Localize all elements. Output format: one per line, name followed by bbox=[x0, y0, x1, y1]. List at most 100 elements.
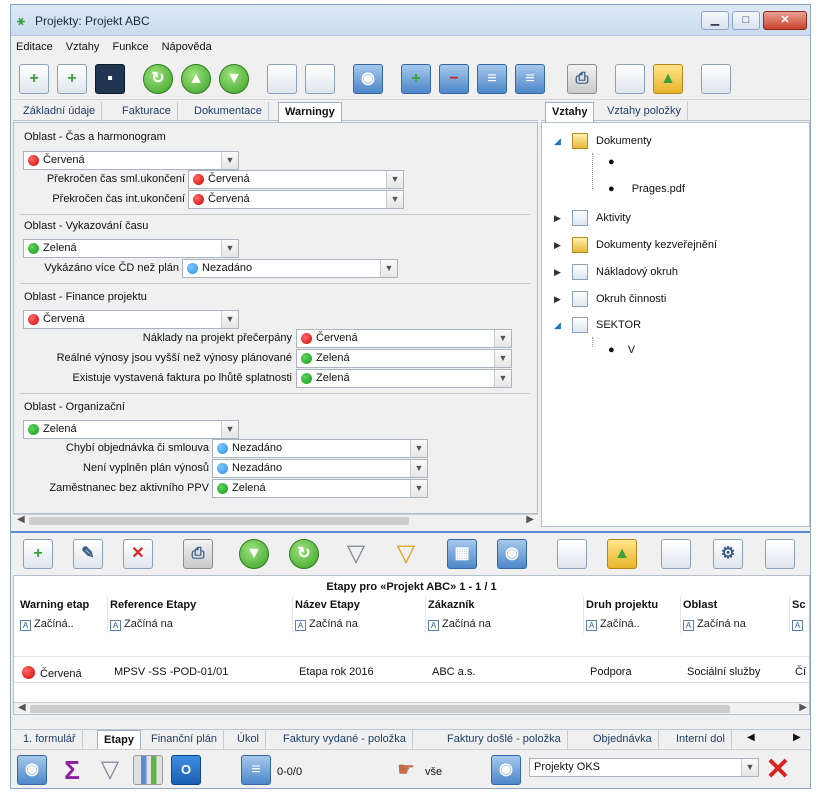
grid-horizontal-scrollbar[interactable]: ◀ ▶ bbox=[14, 702, 809, 714]
grid-preview-icon[interactable]: ◉ bbox=[497, 539, 527, 569]
scroll-right-icon[interactable]: ▶ bbox=[799, 702, 807, 713]
add-row-icon[interactable]: + bbox=[401, 64, 431, 94]
tab-objednavka[interactable]: Objednávka bbox=[587, 730, 659, 749]
tree-leaf[interactable]: ● bbox=[608, 156, 615, 168]
tab-dokumentace[interactable]: Dokumentace bbox=[188, 102, 269, 121]
table-cell-zakaznik[interactable]: ABC a.s. bbox=[432, 666, 475, 678]
document-link-icon[interactable] bbox=[305, 64, 335, 94]
tab-interni-dol[interactable]: Interní dol bbox=[670, 730, 732, 749]
remove-row-icon[interactable]: − bbox=[439, 64, 469, 94]
menu-vztahy[interactable]: Vztahy bbox=[61, 37, 105, 53]
report-icon[interactable] bbox=[701, 64, 731, 94]
tabs-scroll-left-icon[interactable]: ◀ bbox=[747, 732, 755, 743]
column-header[interactable]: Zákazník bbox=[428, 599, 474, 611]
organizacni-objednavka-select[interactable]: Nezadáno ▼ bbox=[212, 439, 428, 458]
tab-zakladni-udaje[interactable]: Základní údaje bbox=[17, 102, 103, 121]
column-header[interactable]: Reference Etapy bbox=[110, 599, 196, 611]
sum-icon[interactable]: Σ bbox=[57, 755, 87, 785]
chart-icon[interactable] bbox=[133, 755, 163, 785]
table-cell-oblast[interactable]: Sociální služby bbox=[687, 666, 760, 678]
table-cell-warning[interactable]: Červená bbox=[22, 666, 82, 680]
grid-note-icon[interactable] bbox=[765, 539, 795, 569]
tabs-scroll-right-icon[interactable]: ▶ bbox=[793, 732, 801, 743]
grid-export-icon[interactable]: ▲ bbox=[607, 539, 637, 569]
save-icon[interactable]: ▪ bbox=[95, 64, 125, 94]
grid-new-icon[interactable]: + bbox=[23, 539, 53, 569]
grid-report-icon[interactable] bbox=[661, 539, 691, 569]
cas-select[interactable]: Červená ▼ bbox=[23, 151, 239, 170]
column-header[interactable]: Sc bbox=[792, 599, 805, 611]
status-filter-icon[interactable]: ▽ bbox=[95, 755, 125, 785]
column-filter[interactable]: A Začíná.. bbox=[586, 618, 640, 631]
left-horizontal-scrollbar[interactable]: ◀ ▶ bbox=[13, 514, 538, 527]
menu-editace[interactable]: Editace bbox=[11, 37, 58, 53]
maximize-button[interactable]: □ bbox=[732, 11, 760, 30]
copy-record-icon[interactable]: + bbox=[57, 64, 87, 94]
status-preview-icon[interactable]: ◉ bbox=[17, 755, 47, 785]
grid-settings-icon[interactable] bbox=[557, 539, 587, 569]
cas-sml-select[interactable]: Červená ▼ bbox=[188, 170, 404, 189]
vykazovani-select[interactable]: Zelená ▼ bbox=[23, 239, 239, 258]
tree-leaf[interactable]: ● V bbox=[608, 344, 635, 356]
settings-doc-icon[interactable] bbox=[615, 64, 645, 94]
expand-rows-icon[interactable]: ≡ bbox=[477, 64, 507, 94]
tab-vztahy-polozky[interactable]: Vztahy položky bbox=[601, 102, 688, 121]
scroll-left-icon[interactable]: ◀ bbox=[17, 514, 25, 525]
grid-refresh-icon[interactable]: ↻ bbox=[289, 539, 319, 569]
column-filter[interactable]: A Začíná na bbox=[683, 618, 746, 631]
column-filter[interactable]: A Začíná na bbox=[428, 618, 491, 631]
export-folder-icon[interactable]: ▲ bbox=[653, 64, 683, 94]
finance-vynosy-select[interactable]: Zelená ▼ bbox=[296, 349, 512, 368]
menu-funkce[interactable]: Funkce bbox=[107, 37, 153, 53]
table-cell-extra[interactable]: Čí bbox=[795, 666, 806, 678]
move-up-icon[interactable]: ▲ bbox=[181, 64, 211, 94]
column-header[interactable]: Oblast bbox=[683, 599, 717, 611]
collapse-rows-icon[interactable]: ≡ bbox=[515, 64, 545, 94]
outlook-icon[interactable]: O bbox=[171, 755, 201, 785]
cas-int-select[interactable]: Červená ▼ bbox=[188, 190, 404, 209]
tab-warningy[interactable]: Warningy bbox=[278, 102, 342, 122]
grid-delete-icon[interactable]: ✕ bbox=[123, 539, 153, 569]
minimize-button[interactable]: ▁ bbox=[701, 11, 729, 30]
grid-edit-icon[interactable]: ✎ bbox=[73, 539, 103, 569]
grid-print-icon[interactable]: ⎙ bbox=[183, 539, 213, 569]
view-select[interactable]: Projekty OKS ▼ bbox=[529, 758, 759, 777]
column-filter[interactable]: A Začíná na bbox=[110, 618, 173, 631]
table-cell-druh[interactable]: Podpora bbox=[590, 666, 632, 678]
column-filter[interactable]: A bbox=[792, 618, 806, 631]
collapsed-icon[interactable]: ▶ bbox=[554, 240, 564, 251]
scroll-thumb[interactable] bbox=[30, 705, 730, 713]
new-record-icon[interactable]: + bbox=[19, 64, 49, 94]
finance-naklady-select[interactable]: Červená ▼ bbox=[296, 329, 512, 348]
tab-vztahy[interactable]: Vztahy bbox=[545, 102, 595, 122]
scroll-thumb[interactable] bbox=[29, 517, 409, 525]
expanded-icon[interactable]: ◢ bbox=[554, 136, 564, 147]
column-filter[interactable]: A Začíná na bbox=[295, 618, 358, 631]
print-icon[interactable]: ⎙ bbox=[567, 64, 597, 94]
close-button[interactable]: ✕ bbox=[763, 11, 807, 30]
vykazovani-cd-select[interactable]: Nezadáno ▼ bbox=[182, 259, 398, 278]
table-cell-reference[interactable]: MPSV -SS -POD-01/01 bbox=[114, 666, 228, 678]
cancel-icon[interactable]: ✕ bbox=[763, 755, 793, 785]
filter-icon[interactable]: ▽ bbox=[341, 539, 371, 569]
tab-formular[interactable]: 1. formulář bbox=[17, 730, 83, 749]
refresh-icon[interactable]: ↻ bbox=[143, 64, 173, 94]
grid-columns-icon[interactable]: ▦ bbox=[447, 539, 477, 569]
view-preview-icon[interactable]: ◉ bbox=[491, 755, 521, 785]
column-header[interactable]: Druh projektu bbox=[586, 599, 658, 611]
collapsed-icon[interactable]: ▶ bbox=[554, 213, 564, 224]
organizacni-ppv-select[interactable]: Zelená ▼ bbox=[212, 479, 428, 498]
tab-fakturace[interactable]: Fakturace bbox=[116, 102, 178, 121]
documents-icon[interactable] bbox=[267, 64, 297, 94]
organizacni-plan-select[interactable]: Nezadáno ▼ bbox=[212, 459, 428, 478]
grid-config-icon[interactable]: ⚙ bbox=[713, 539, 743, 569]
tab-faktury-dosle[interactable]: Faktury došlé - položka bbox=[441, 730, 568, 749]
tab-financni-plan[interactable]: Finanční plán bbox=[145, 730, 225, 749]
hand-icon[interactable]: ☛ bbox=[391, 755, 421, 785]
collapsed-icon[interactable]: ▶ bbox=[554, 294, 564, 305]
scroll-right-icon[interactable]: ▶ bbox=[526, 514, 534, 525]
filter-edit-icon[interactable]: ▽ bbox=[391, 539, 421, 569]
move-down-icon[interactable]: ▼ bbox=[219, 64, 249, 94]
finance-select[interactable]: Červená ▼ bbox=[23, 310, 239, 329]
column-filter[interactable]: A Začíná.. bbox=[20, 618, 74, 631]
